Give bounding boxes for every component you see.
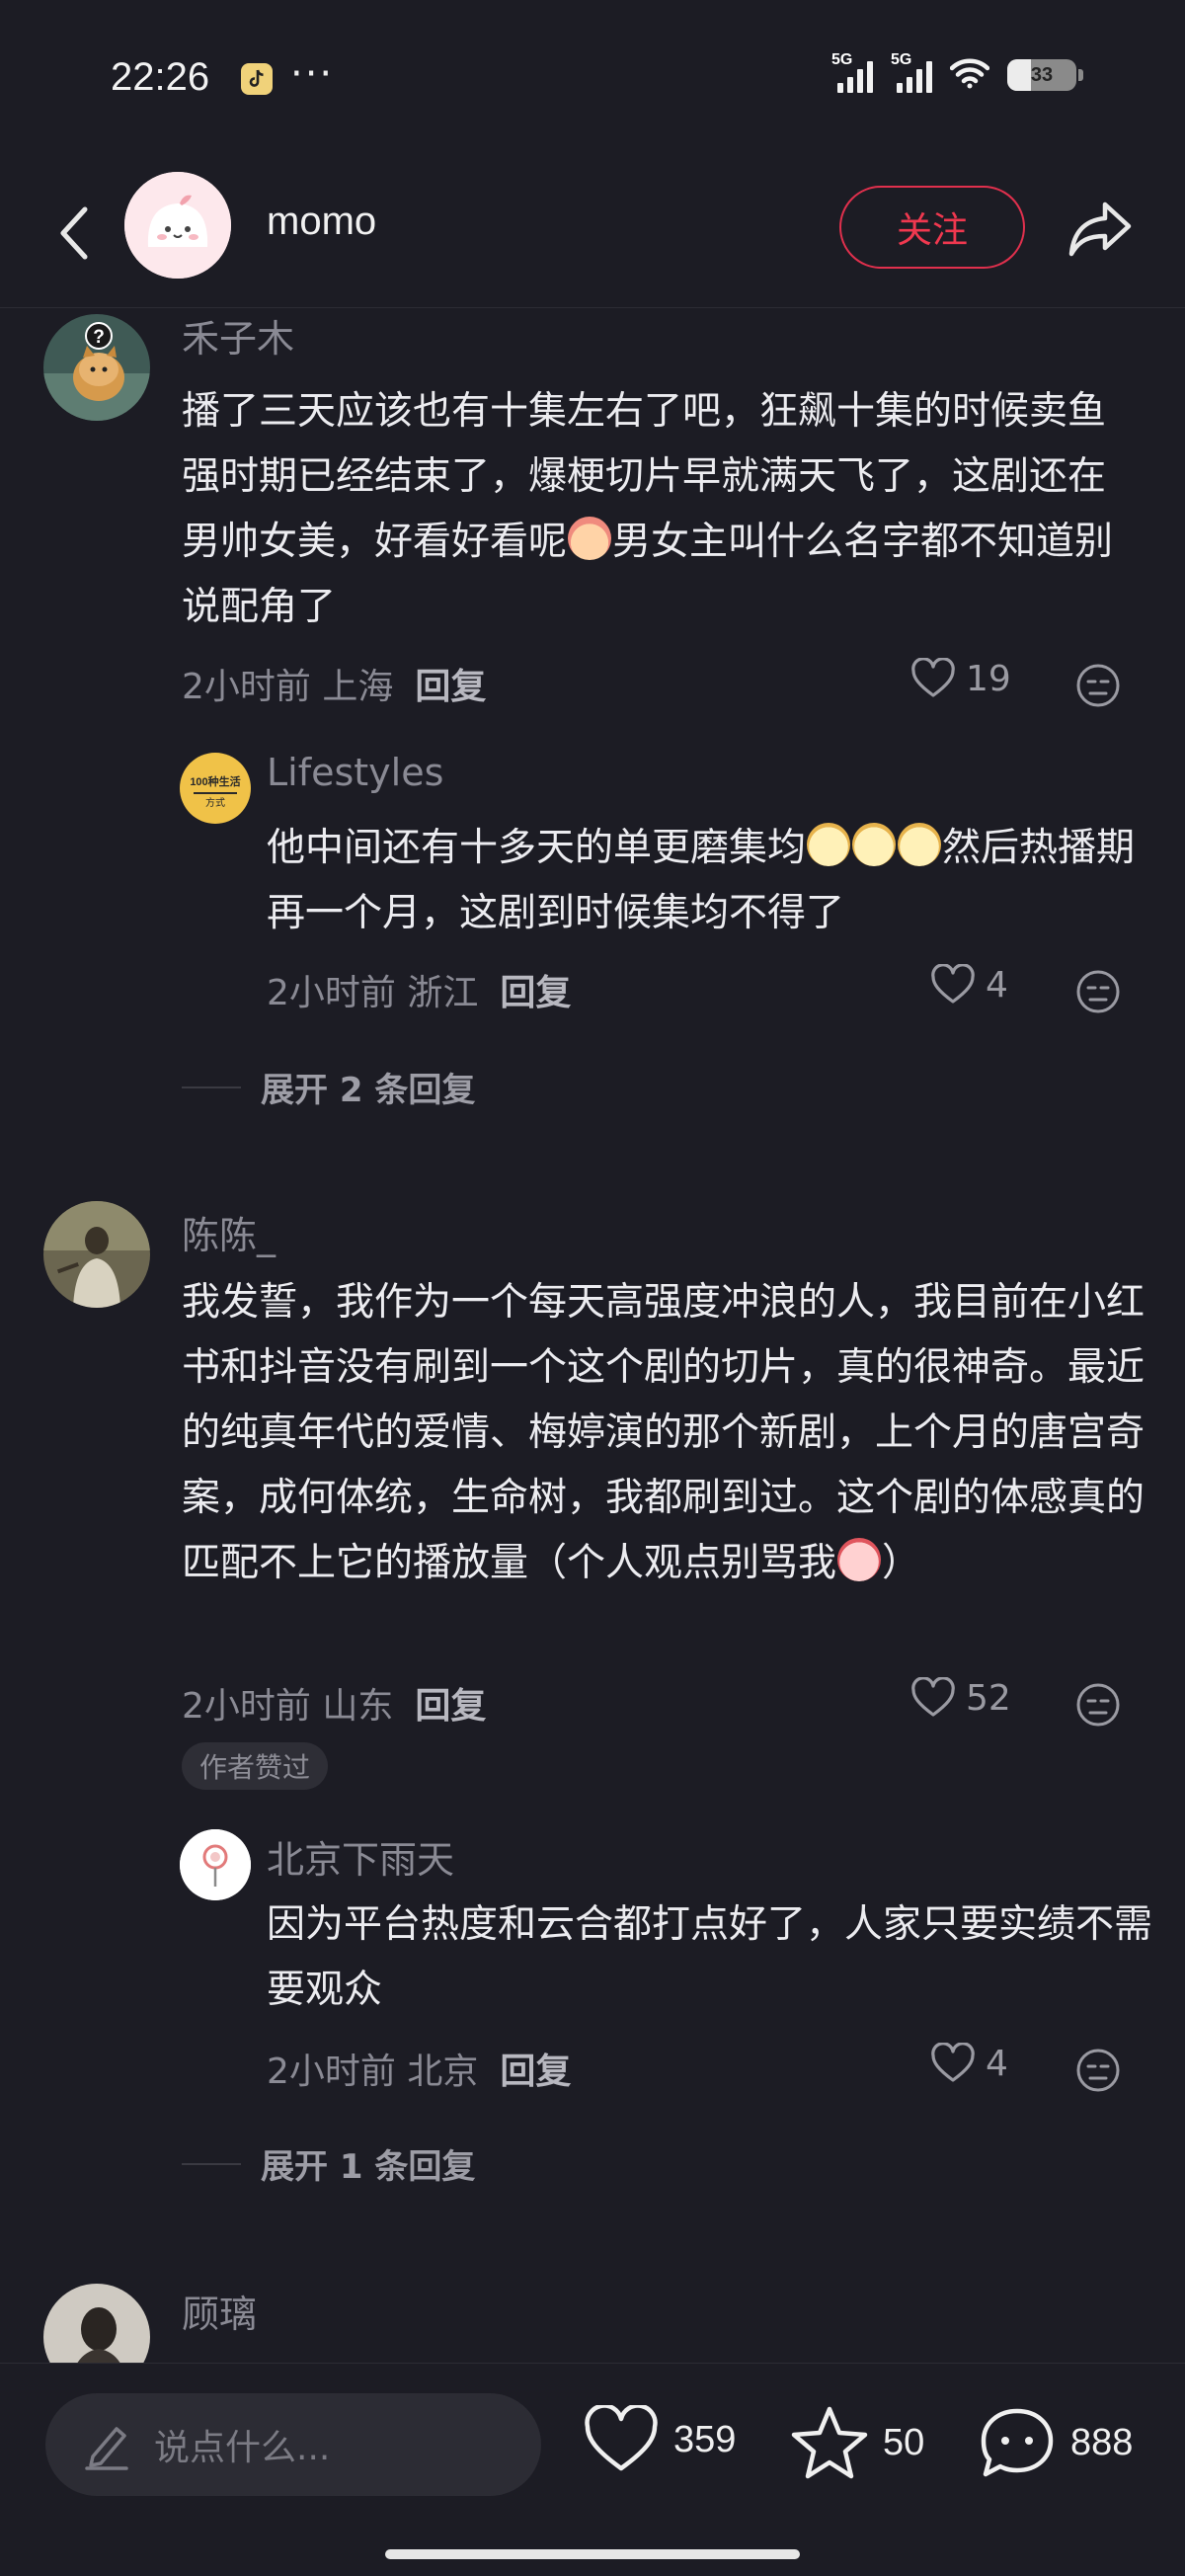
reply-button[interactable]: 回复 xyxy=(415,667,486,707)
reply-text: 他中间还有十多天的单更磨集均 然后热播期再一个月，这剧到时候集均不得了 xyxy=(267,816,1136,946)
reply-user-name[interactable]: 北京下雨天 xyxy=(267,1829,454,1884)
comment-user-name[interactable]: 顾璃 xyxy=(182,2284,257,2338)
reply-meta: 2小时前 浙江 回复 xyxy=(267,973,572,1013)
comment-meta: 2小时前 上海 回复 xyxy=(182,667,487,707)
emoji-icon xyxy=(807,823,851,866)
heart-icon xyxy=(931,2043,975,2082)
wifi-icon xyxy=(949,57,990,93)
emoji-icon xyxy=(898,823,942,866)
like-button[interactable]: 4 xyxy=(930,2043,1008,2084)
expand-replies-button[interactable]: 展开 1 条回复 xyxy=(182,2139,475,2188)
signal-5g-icon: 5G xyxy=(831,51,873,93)
reply-meta: 2小时前 北京 回复 xyxy=(267,2052,572,2092)
battery-icon: 33 xyxy=(1007,59,1083,91)
comment-meta: 2小时前 山东 回复 xyxy=(182,1686,487,1727)
shocked-emoji-icon xyxy=(837,1538,882,1581)
like-button[interactable]: 4 xyxy=(930,964,1008,1006)
status-time: 22:26 xyxy=(111,55,210,99)
svg-text:方式: 方式 xyxy=(205,796,225,809)
reply-user-name[interactable]: Lifestyles xyxy=(267,751,443,794)
user-avatar[interactable] xyxy=(180,1829,251,1900)
chat-bubble-icon xyxy=(981,2408,1054,2477)
profile-header: momo 关注 xyxy=(0,158,1185,308)
comment-text: 我发誓，我作为一个每天高强度冲浪的人，我目前在小红书和抖音没有刷到一个这个剧的切… xyxy=(182,1280,1146,1585)
bottom-action-bar: 说点什么... 359 50 888 xyxy=(0,2363,1185,2576)
comment-user-name[interactable]: 禾子木 xyxy=(182,308,294,362)
author-liked-badge: 作者赞过 xyxy=(182,1742,329,1790)
dislike-icon[interactable] xyxy=(1074,2047,1122,2094)
like-count-button[interactable]: 359 xyxy=(583,2405,736,2474)
heart-icon xyxy=(585,2405,658,2471)
emoji-icon xyxy=(852,823,897,866)
follow-button[interactable]: 关注 xyxy=(839,186,1025,269)
reply-button[interactable]: 回复 xyxy=(500,2052,571,2092)
user-avatar[interactable] xyxy=(43,1201,150,1308)
back-button[interactable] xyxy=(40,194,109,273)
crying-emoji-icon xyxy=(568,517,612,560)
status-bar: 22:26 ··· 5G 5G 33 xyxy=(0,0,1185,158)
signal-5g-icon: 5G xyxy=(891,51,932,93)
user-avatar[interactable]: ? xyxy=(43,314,150,421)
home-indicator[interactable] xyxy=(385,2549,800,2559)
dislike-icon[interactable] xyxy=(1074,662,1122,709)
svg-text:100种生活: 100种生活 xyxy=(190,774,240,788)
user-avatar[interactable] xyxy=(43,2284,150,2363)
expand-replies-button[interactable]: 展开 2 条回复 xyxy=(182,1063,475,1111)
heart-icon xyxy=(931,964,975,1004)
chevron-left-icon xyxy=(60,206,88,260)
tiktok-icon xyxy=(241,63,273,95)
reply-text: 因为平台热度和云合都打点好了，人家只要实绩不需要观众 xyxy=(267,1902,1153,2012)
reply-button[interactable]: 回复 xyxy=(500,973,571,1013)
comment-user-name[interactable]: 陈陈_ xyxy=(182,1205,276,1259)
comment-list: ? 禾子木 播了三天应该也有十集左右了吧，狂飙十集的时候卖鱼强时期已经结束了，爆… xyxy=(0,308,1185,2363)
like-button[interactable]: 52 xyxy=(910,1677,1011,1719)
heart-icon xyxy=(911,1677,955,1717)
pencil-icon xyxy=(85,2427,128,2470)
star-icon xyxy=(791,2406,868,2479)
author-avatar[interactable] xyxy=(124,172,231,279)
comment-input[interactable]: 说点什么... xyxy=(45,2393,541,2496)
reply-button[interactable]: 回复 xyxy=(415,1686,486,1727)
dislike-icon[interactable] xyxy=(1074,1681,1122,1729)
share-button[interactable] xyxy=(1061,192,1140,267)
author-name: momo xyxy=(267,200,377,243)
comment-text: 播了三天应该也有十集左右了吧，狂飙十集的时候卖鱼强时期已经结束了，爆梗切片早就满… xyxy=(182,389,1114,629)
like-button[interactable]: 19 xyxy=(910,658,1011,699)
status-more-dots: ··· xyxy=(290,51,335,97)
favorite-count-button[interactable]: 50 xyxy=(790,2405,924,2480)
comment-count-button[interactable]: 888 xyxy=(978,2405,1133,2480)
svg-text:?: ? xyxy=(93,327,105,348)
comment-input-placeholder: 说点什么... xyxy=(154,2428,331,2468)
user-avatar[interactable]: 100种生活 方式 xyxy=(180,753,251,824)
dislike-icon[interactable] xyxy=(1074,968,1122,1015)
share-icon xyxy=(1068,201,1132,257)
heart-icon xyxy=(911,658,955,697)
